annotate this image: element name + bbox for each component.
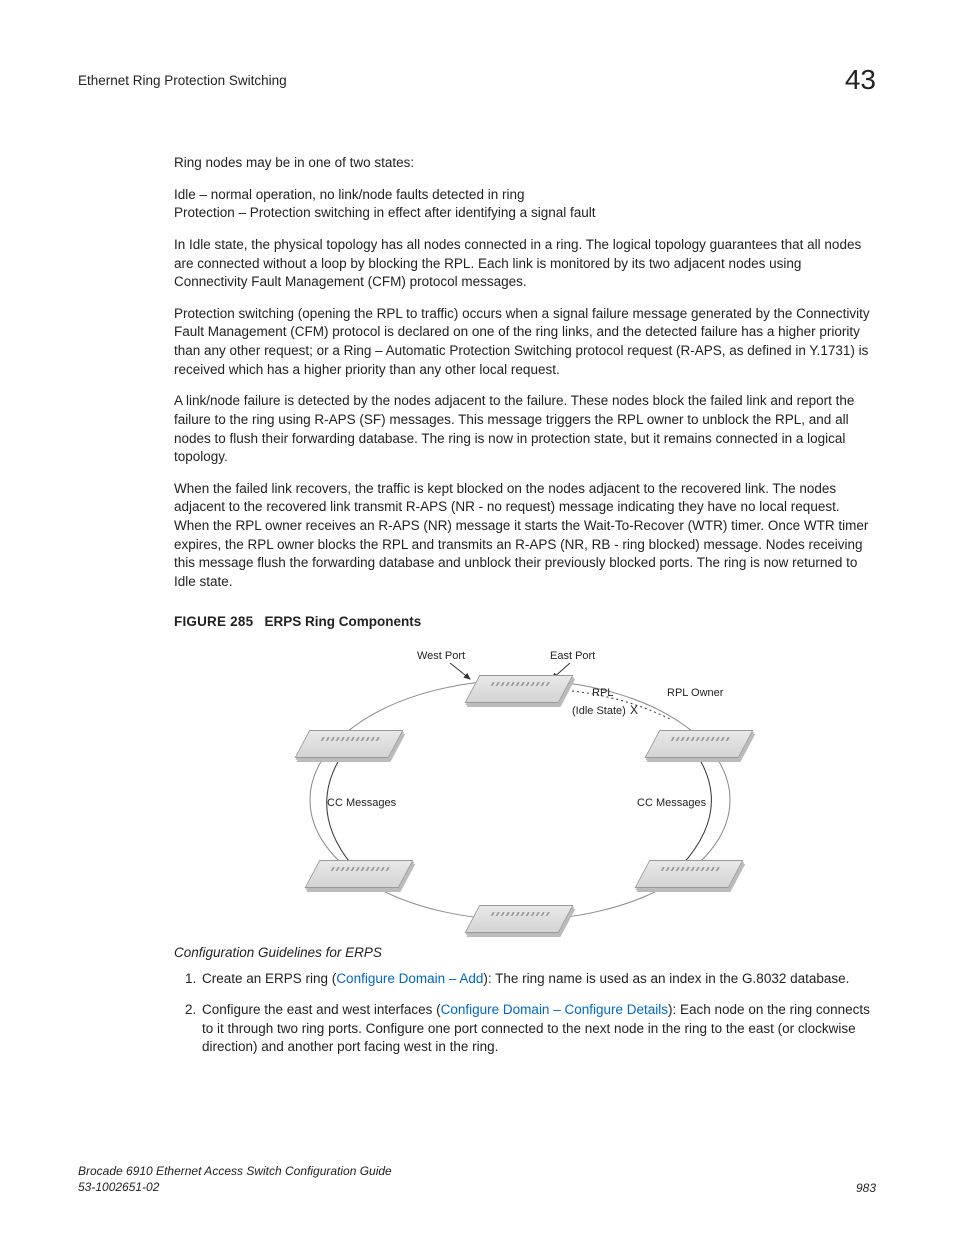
footer-doc-number: 53-1002651-02 (78, 1179, 392, 1195)
list-item-text-post: ): The ring name is used as an index in … (483, 971, 849, 986)
paragraph: In Idle state, the physical topology has… (174, 236, 870, 292)
state-idle-line: Idle – normal operation, no link/node fa… (174, 187, 524, 202)
label-cc-right: CC Messages (637, 797, 706, 809)
switch-icon (465, 905, 574, 933)
switch-icon (305, 860, 414, 888)
paragraph: Protection switching (opening the RPL to… (174, 305, 870, 380)
figure-diagram: West Port East Port RPL RPL Owner (Idle … (252, 635, 792, 935)
list-item: Configure the east and west interfaces (… (200, 1001, 870, 1057)
paragraph: Idle – normal operation, no link/node fa… (174, 186, 870, 223)
label-cc-left: CC Messages (327, 797, 396, 809)
list-item-text-pre: Create an ERPS ring ( (202, 971, 336, 986)
page-footer: Brocade 6910 Ethernet Access Switch Conf… (78, 1163, 876, 1195)
link-configure-domain-add[interactable]: Configure Domain – Add (336, 971, 483, 986)
label-rpl-owner: RPL Owner (667, 687, 723, 699)
chapter-number: 43 (845, 64, 876, 96)
switch-icon (465, 675, 574, 703)
state-protection-line: Protection – Protection switching in eff… (174, 205, 596, 220)
figure-title: ERPS Ring Components (265, 614, 422, 629)
footer-doc-title: Brocade 6910 Ethernet Access Switch Conf… (78, 1163, 392, 1179)
running-header: Ethernet Ring Protection Switching 43 (78, 64, 876, 96)
label-west-port: West Port (417, 650, 465, 662)
section-title: Ethernet Ring Protection Switching (78, 73, 287, 88)
paragraph: A link/node failure is detected by the n… (174, 392, 870, 467)
list-item-text-pre: Configure the east and west interfaces ( (202, 1002, 441, 1017)
figure-label: FIGURE 285 (174, 614, 253, 629)
label-x: X (630, 703, 638, 717)
list-item: Create an ERPS ring (Configure Domain – … (200, 970, 870, 989)
figure-caption: FIGURE 285 ERPS Ring Components (174, 614, 870, 629)
paragraph: Ring nodes may be in one of two states: (174, 154, 870, 173)
label-rpl: RPL (592, 687, 613, 699)
link-configure-domain-details[interactable]: Configure Domain – Configure Details (441, 1002, 668, 1017)
switch-icon (635, 860, 744, 888)
switch-icon (645, 730, 754, 758)
label-east-port: East Port (550, 650, 595, 662)
switch-icon (295, 730, 404, 758)
paragraph: When the failed link recovers, the traff… (174, 480, 870, 592)
body-content: Ring nodes may be in one of two states: … (174, 154, 870, 1057)
guidelines-heading: Configuration Guidelines for ERPS (174, 945, 870, 960)
guidelines-list: Create an ERPS ring (Configure Domain – … (174, 970, 870, 1058)
footer-page-number: 983 (856, 1181, 876, 1195)
label-idle-state: (Idle State) (572, 705, 626, 717)
